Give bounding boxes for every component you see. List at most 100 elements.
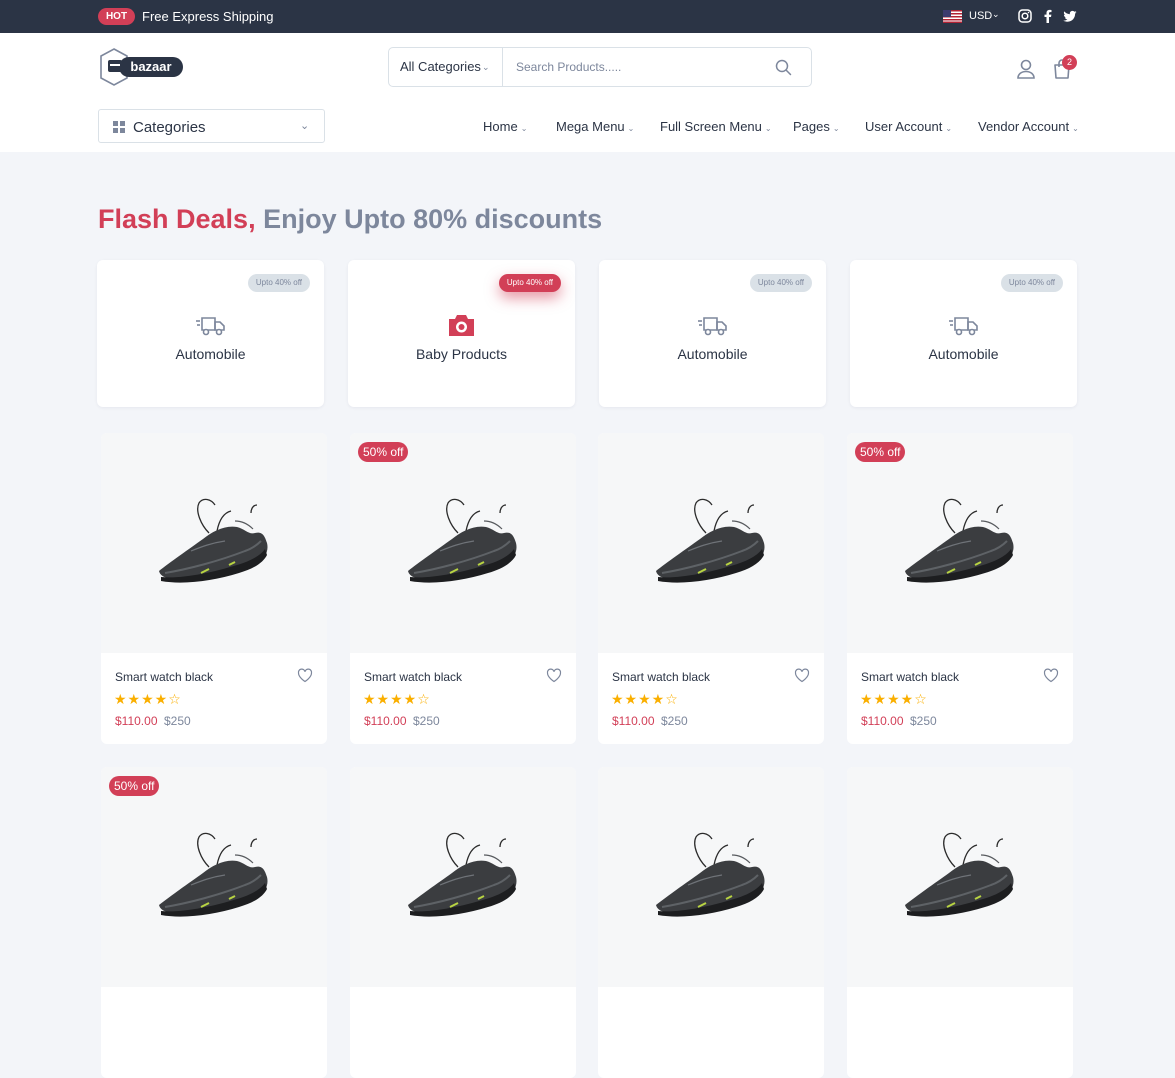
product-image-area[interactable] [847, 433, 1073, 653]
cart-count-badge: 2 [1062, 55, 1077, 70]
chevron-down-icon: ⌄ [482, 62, 490, 72]
discount-pill: Upto 40% off [749, 274, 812, 292]
deal-card[interactable]: Upto 40% off Automobile [599, 260, 826, 407]
product-old-price: $250 [661, 714, 688, 728]
nav-item-user-account[interactable]: User Account ⌄ [865, 119, 952, 134]
product-image-area[interactable] [350, 767, 576, 987]
product-card[interactable]: 50% off Smart watch black ★★★★☆ $110.00 $25… [350, 433, 576, 744]
sneaker-image[interactable] [897, 481, 1027, 591]
nav-item-full-screen-menu[interactable]: Full Screen Menu ⌄ [660, 119, 772, 134]
camera-icon [449, 315, 474, 336]
sneaker-image[interactable] [400, 481, 530, 591]
truck-icon [698, 317, 727, 336]
chevron-down-icon: ⌄ [945, 124, 953, 133]
product-card[interactable]: Smart watch black ★★★★☆ $110.00 $250 [598, 433, 824, 744]
us-flag-icon[interactable] [943, 10, 962, 23]
chevron-down-icon: ⌄ [520, 124, 528, 133]
search-icon[interactable] [775, 59, 792, 76]
discount-pill: Upto 40% off [247, 274, 310, 292]
product-price: $110.00 [115, 714, 158, 728]
categories-label: Categories [133, 119, 206, 136]
product-name[interactable]: Smart watch black [364, 670, 462, 684]
instagram-icon[interactable] [1018, 9, 1032, 23]
product-price: $110.00 [861, 714, 904, 728]
search-category-label: All Categories [400, 59, 481, 74]
product-old-price: $250 [910, 714, 937, 728]
heart-icon[interactable] [546, 668, 562, 683]
product-name[interactable]: Smart watch black [612, 670, 710, 684]
heart-icon[interactable] [1043, 668, 1059, 683]
product-image-area[interactable] [101, 767, 327, 987]
nav-item-mega-menu[interactable]: Mega Menu ⌄ [556, 119, 634, 134]
rating-stars: ★★★★☆ [611, 691, 679, 707]
deal-card[interactable]: Upto 40% off Automobile [850, 260, 1077, 407]
hot-badge: HOT [98, 8, 135, 25]
grid-icon [113, 121, 125, 133]
product-name[interactable]: Smart watch black [861, 670, 959, 684]
product-card[interactable]: 50% off Smart watch black ★★★★☆ $110.00 $25… [847, 433, 1073, 744]
search-input[interactable] [504, 48, 764, 86]
discount-pill: Upto 40% off [498, 274, 561, 292]
sneaker-image[interactable] [648, 815, 778, 925]
bazaar-logo[interactable]: bazaar [99, 47, 187, 87]
user-icon[interactable] [1016, 58, 1036, 80]
nav-item-home[interactable]: Home ⌄ [483, 119, 527, 134]
sneaker-image[interactable] [151, 815, 281, 925]
product-price: $110.00 [364, 714, 407, 728]
product-image-area[interactable] [847, 767, 1073, 987]
nav-item-pages[interactable]: Pages ⌄ [793, 119, 840, 134]
truck-icon [949, 317, 978, 336]
deal-name: Automobile [677, 346, 748, 362]
chevron-down-icon: ⌄ [832, 124, 840, 133]
product-old-price: $250 [413, 714, 440, 728]
chevron-down-icon: ⌄ [300, 120, 310, 132]
flash-title-rest: Enjoy Upto 80% discounts [263, 204, 603, 234]
sneaker-image[interactable] [400, 815, 530, 925]
flash-deals-title: Flash Deals, Enjoy Upto 80% discounts [98, 204, 602, 235]
facebook-icon[interactable] [1041, 9, 1055, 23]
top-bar: HOT Free Express Shipping USD ⌄ [0, 0, 1175, 33]
search-bar: All Categories ⌄ [388, 47, 812, 87]
product-card[interactable]: 50% off [101, 767, 327, 1078]
sneaker-image[interactable] [897, 815, 1027, 925]
rating-stars: ★★★★☆ [363, 691, 431, 707]
product-price: $110.00 [612, 714, 655, 728]
rating-stars: ★★★★☆ [114, 691, 182, 707]
nav-item-vendor-account[interactable]: Vendor Account ⌄ [978, 119, 1079, 134]
sneaker-image[interactable] [151, 481, 281, 591]
search-category-select[interactable]: All Categories ⌄ [389, 48, 503, 86]
logo-text: bazaar [130, 59, 171, 74]
discount-badge: 50% off [358, 442, 409, 462]
promo-text: Free Express Shipping [142, 9, 274, 24]
product-card[interactable] [350, 767, 576, 1078]
truck-icon [196, 317, 225, 336]
product-image-area[interactable] [598, 433, 824, 653]
discount-badge: 50% off [855, 442, 906, 462]
deal-card[interactable]: Upto 40% off Baby Products [348, 260, 575, 407]
categories-dropdown[interactable]: Categories ⌄ [98, 109, 325, 143]
deal-name: Automobile [175, 346, 246, 362]
product-card[interactable] [598, 767, 824, 1078]
discount-badge: 50% off [109, 776, 160, 796]
twitter-icon[interactable] [1063, 9, 1077, 23]
deal-name: Automobile [928, 346, 999, 362]
chevron-down-icon: ⌄ [764, 124, 772, 133]
deal-name: Baby Products [415, 346, 508, 362]
rating-stars: ★★★★☆ [860, 691, 928, 707]
product-image-area[interactable] [598, 767, 824, 987]
currency-selector[interactable]: USD [969, 10, 992, 22]
heart-icon[interactable] [297, 668, 313, 683]
heart-icon[interactable] [794, 668, 810, 683]
sneaker-image[interactable] [648, 481, 778, 591]
product-card[interactable]: Smart watch black ★★★★☆ $110.00 $250 [101, 433, 327, 744]
flash-title-accent: Flash Deals, [98, 204, 256, 234]
product-image-area[interactable] [350, 433, 576, 653]
product-name[interactable]: Smart watch black [115, 670, 213, 684]
product-old-price: $250 [164, 714, 191, 728]
chevron-down-icon: ⌄ [1072, 124, 1079, 133]
product-image-area[interactable] [101, 433, 327, 653]
product-card[interactable] [847, 767, 1073, 1078]
discount-pill: Upto 40% off [1000, 274, 1063, 292]
deal-card[interactable]: Upto 40% off Automobile [97, 260, 324, 407]
header: bazaar All Categories ⌄ 2 Categories ⌄ H… [0, 33, 1175, 152]
